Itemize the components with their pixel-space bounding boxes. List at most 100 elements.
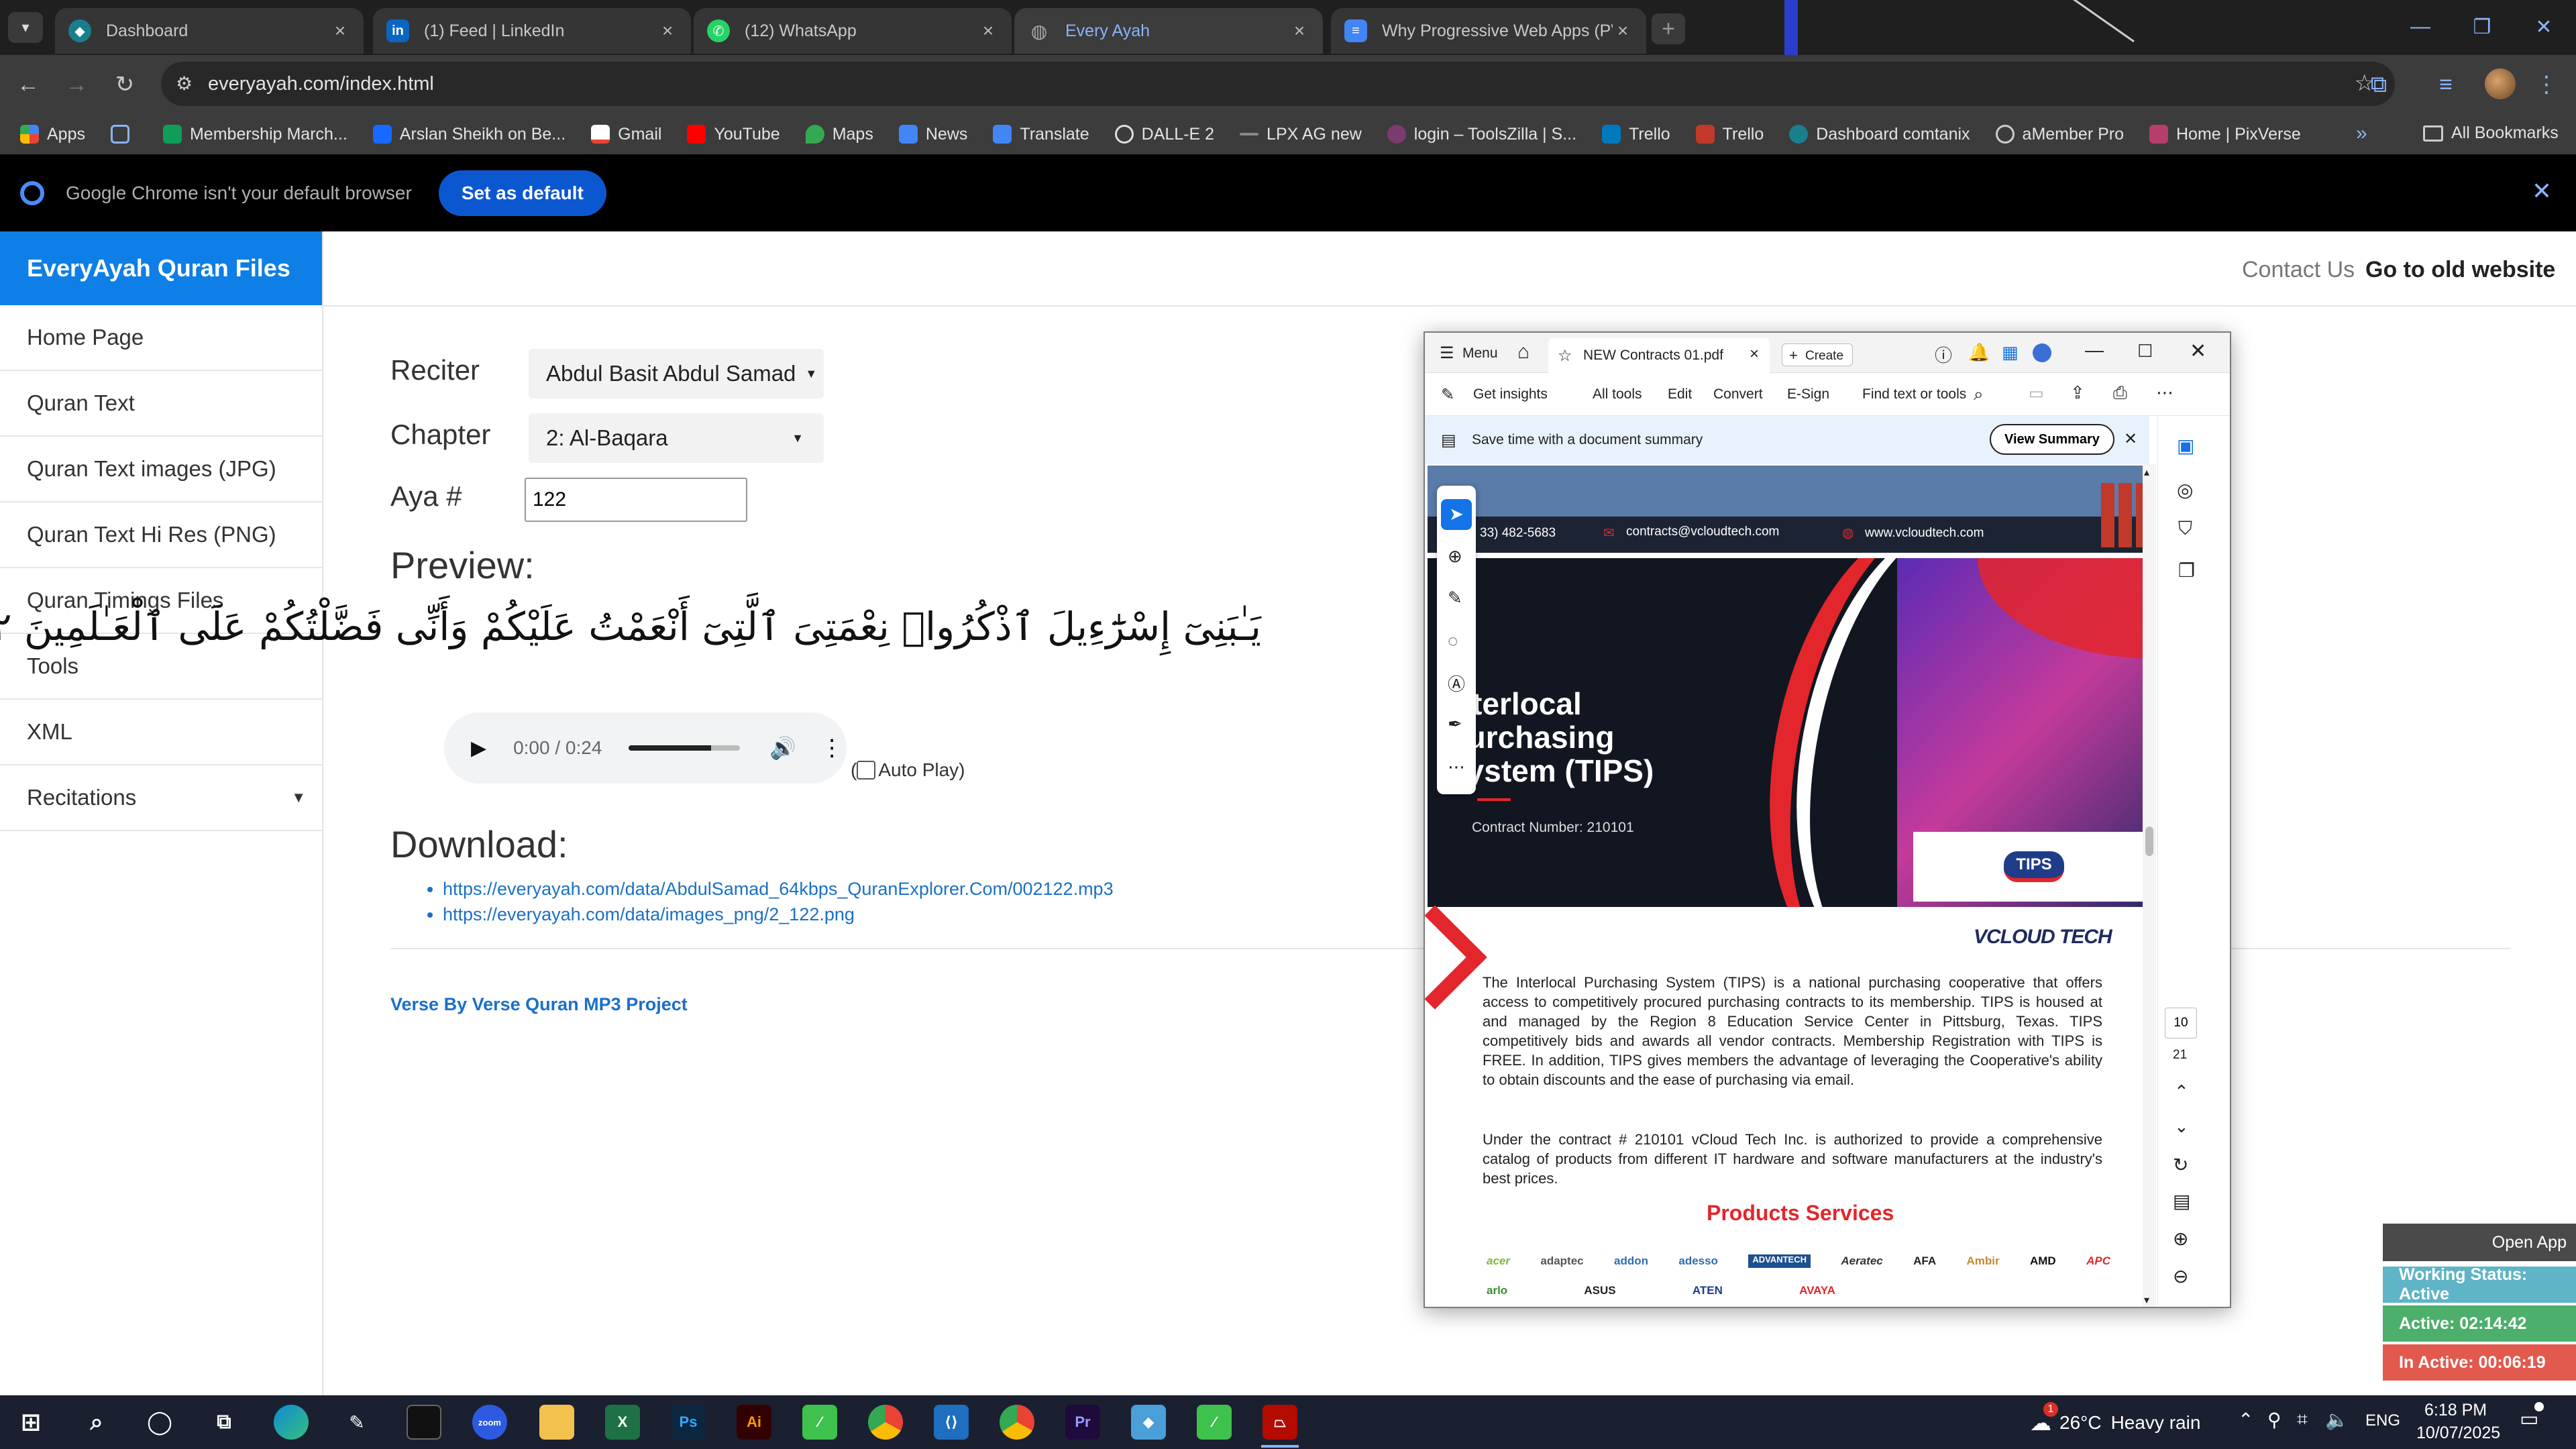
bookmark-youtube[interactable]: YouTube	[687, 125, 780, 144]
bookmark-comtanix[interactable]: Dashboard comtanix	[1789, 125, 1970, 144]
excel-icon[interactable]: X	[605, 1405, 640, 1440]
autoplay-checkbox[interactable]	[857, 761, 876, 780]
download-link-mp3[interactable]: https://everyayah.com/data/AbdulSamad_64…	[443, 876, 1114, 902]
open-app-button[interactable]: Open App	[2383, 1224, 2576, 1261]
aya-input[interactable]	[525, 478, 747, 522]
chrome-profile-icon[interactable]	[1000, 1405, 1034, 1440]
acrobat-icon[interactable]: ⏢	[1263, 1405, 1297, 1440]
prev-page-icon[interactable]: ⌃	[2174, 1081, 2189, 1102]
nav-quran-text[interactable]: Quran Text	[0, 371, 322, 437]
tab-every-ayah[interactable]: ◍ Every Ayah ×	[1014, 8, 1323, 54]
contact-us-link[interactable]: Contact Us	[2242, 257, 2355, 283]
maximize-icon[interactable]: ☐	[2137, 341, 2153, 362]
tray-chevron-icon[interactable]: ⌃	[2238, 1409, 2253, 1431]
bookmark-news[interactable]: News	[898, 125, 967, 144]
footer-project-link[interactable]: Verse By Verse Quran MP3 Project	[390, 994, 688, 1015]
bookmark-translate[interactable]: Translate	[993, 125, 1089, 144]
restore-button[interactable]: ❐	[2451, 0, 2513, 54]
avatar[interactable]	[2485, 68, 2516, 99]
comment-icon[interactable]: ◎	[2177, 479, 2193, 501]
select-tool-button[interactable]: ➤	[1441, 499, 1472, 530]
more-options-icon[interactable]: ⋮	[820, 735, 843, 761]
chrome-menu-icon[interactable]: ⋮	[2529, 67, 2564, 102]
bookmark-membership[interactable]: Membership March...	[162, 125, 347, 144]
view-summary-button[interactable]: View Summary	[1990, 424, 2114, 455]
ai-assistant-icon[interactable]: ▣	[2177, 435, 2194, 457]
lasso-tool-icon[interactable]: ◌	[1448, 631, 1458, 651]
nav-quran-text-images[interactable]: Quran Text images (JPG)	[0, 437, 322, 502]
home-icon[interactable]: ⌂	[1517, 341, 1529, 364]
language-indicator[interactable]: ENG	[2365, 1411, 2400, 1430]
vscode-icon[interactable]: ⟨⟩	[934, 1405, 969, 1440]
audio-player[interactable]: ▶ 0:00 / 0:24 🔊 ⋮	[444, 712, 847, 784]
play-icon[interactable]: ▶	[471, 737, 486, 760]
back-icon[interactable]: ←	[11, 67, 46, 102]
close-icon[interactable]: ✕	[2190, 339, 2206, 363]
scroll-thumb[interactable]	[2145, 826, 2153, 856]
zoom-in-icon[interactable]: ⊕	[2173, 1228, 2188, 1250]
create-button[interactable]: + Create	[1782, 343, 1853, 366]
old-website-link[interactable]: Go to old website	[2365, 257, 2555, 283]
star-icon[interactable]: ☆	[1558, 346, 1572, 366]
notifications-icon[interactable]: ▭	[2520, 1407, 2538, 1431]
site-info-icon[interactable]: ⚙	[176, 72, 193, 95]
apps-icon[interactable]: ▦	[2002, 342, 2019, 363]
bookmark-behance[interactable]: Arslan Sheikh on Be...	[372, 125, 566, 144]
cortana-icon[interactable]: ◯	[142, 1405, 177, 1440]
bookmark-trello-2[interactable]: Trello	[1695, 125, 1764, 144]
chapter-select[interactable]: 2: Al-Baqara ▼	[529, 413, 824, 463]
search-icon[interactable]: ⌕	[79, 1405, 114, 1440]
close-window-button[interactable]: ✕	[2513, 0, 2575, 54]
convert-button[interactable]: Convert	[1713, 386, 1763, 402]
profile-icon[interactable]	[2033, 343, 2051, 362]
upload-icon[interactable]: ⇪	[2070, 382, 2085, 403]
menu-label[interactable]: Menu	[1462, 345, 1498, 362]
zoom-out-icon[interactable]: ⊖	[2173, 1265, 2188, 1287]
more-icon[interactable]: ⋯	[2156, 382, 2174, 403]
pen-tool-icon[interactable]: ✎	[1448, 588, 1462, 608]
volume-icon[interactable]: 🔈	[2325, 1409, 2349, 1431]
volume-icon[interactable]: 🔊	[769, 735, 796, 761]
text-tool-icon[interactable]: Ⓐ	[1448, 671, 1465, 696]
search-icon[interactable]: ⌕	[1974, 384, 1984, 405]
find-tools-field[interactable]: Find text or tools	[1862, 386, 1966, 402]
zoom-tool-icon[interactable]: ⊕	[1448, 546, 1462, 567]
nav-xml[interactable]: XML	[0, 700, 322, 765]
bookmark-gmail[interactable]: Gmail	[591, 125, 661, 144]
tab-linkedin[interactable]: in (1) Feed | LinkedIn ×	[373, 8, 691, 54]
close-tab-icon[interactable]: ×	[978, 20, 998, 42]
close-tab-icon[interactable]: ×	[1613, 20, 1633, 42]
forward-icon[interactable]: →	[59, 67, 94, 102]
terminal-icon[interactable]	[407, 1405, 441, 1440]
page-number-box[interactable]: 10	[2165, 1008, 2197, 1038]
bookmark-lpx[interactable]: LPX AG new	[1240, 125, 1362, 144]
bookmark-pixverse[interactable]: Home | PixVerse	[2149, 125, 2301, 144]
network-icon[interactable]: ⌗	[2297, 1409, 2308, 1431]
audio-progress[interactable]	[629, 745, 741, 751]
all-bookmarks[interactable]: All Bookmarks	[2423, 123, 2559, 143]
menu-icon[interactable]: ☰	[1440, 343, 1454, 363]
start-icon[interactable]: ⊞	[13, 1405, 48, 1440]
chrome-icon[interactable]	[868, 1405, 903, 1440]
more-tools-icon[interactable]: ⋯	[1448, 757, 1465, 777]
scroll-up-icon[interactable]: ▴	[2144, 466, 2149, 479]
tab-progressive-web-apps[interactable]: ≡ Why Progressive Web Apps (PV ×	[1331, 8, 1646, 54]
illustrator-icon[interactable]: Ai	[737, 1405, 771, 1440]
page-display-icon[interactable]: ▤	[2173, 1190, 2190, 1212]
bookmark-icon[interactable]: ⛉	[2178, 518, 2192, 540]
tab-dashboard[interactable]: ◆ Dashboard ×	[55, 8, 364, 54]
file-explorer-icon[interactable]	[539, 1405, 574, 1440]
close-tab-icon[interactable]: ×	[330, 20, 350, 42]
pdf-scrollbar[interactable]: ▴ ▾	[2143, 464, 2156, 1307]
scroll-down-icon[interactable]: ▾	[2144, 1293, 2149, 1307]
next-page-icon[interactable]: ⌄	[2174, 1116, 2189, 1137]
bookmark-amember[interactable]: aMember Pro	[1995, 125, 2124, 144]
set-default-button[interactable]: Set as default	[438, 170, 606, 216]
reload-icon[interactable]: ↻	[107, 67, 142, 102]
tab-whatsapp[interactable]: ✆ (12) WhatsApp ×	[694, 8, 1012, 54]
green-app-icon[interactable]: ∕	[802, 1405, 837, 1440]
sign-tool-icon[interactable]: ✒	[1448, 714, 1462, 735]
bookmark-toolszilla[interactable]: login – ToolsZilla | S...	[1387, 125, 1576, 144]
nav-recitations[interactable]: Recitations ▼	[0, 765, 322, 831]
all-tools-button[interactable]: All tools	[1593, 386, 1642, 402]
